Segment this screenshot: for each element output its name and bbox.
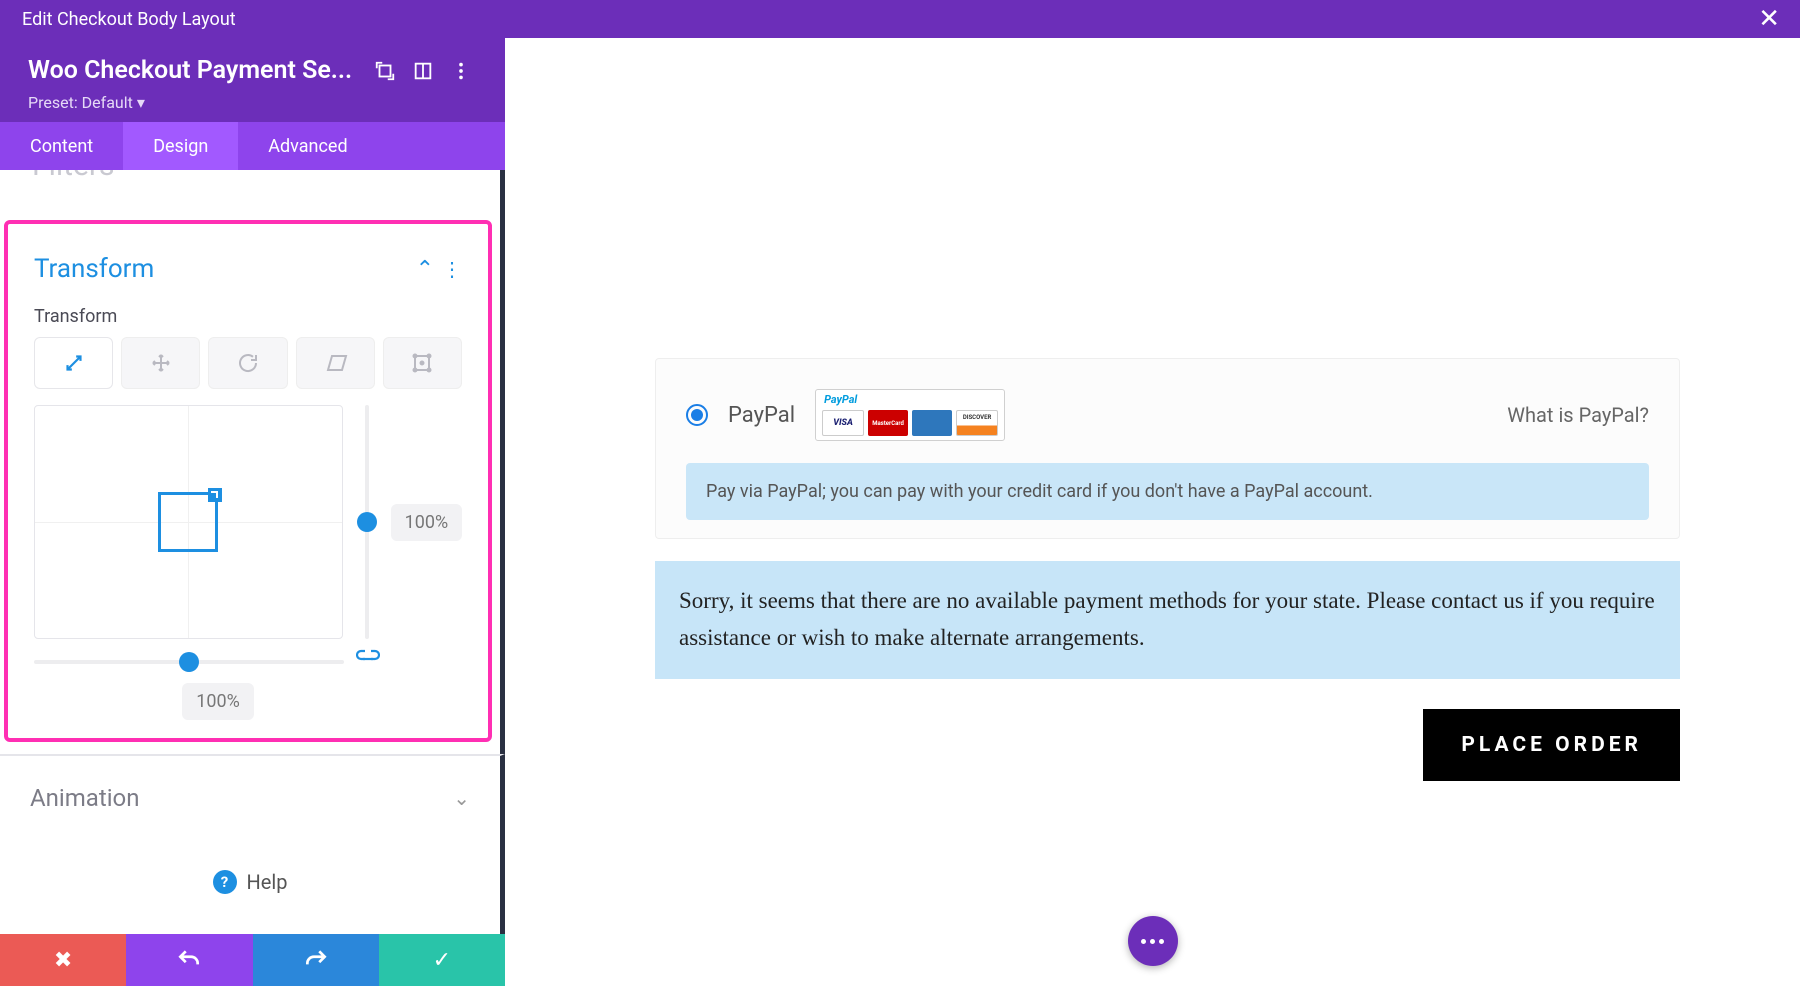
settings-sidebar: Woo Checkout Payment Se... Preset: Defau…	[0, 38, 505, 986]
save-button[interactable]: ✓	[379, 934, 505, 986]
title-bar: Edit Checkout Body Layout ✕	[0, 0, 1800, 38]
paypal-radio[interactable]	[686, 404, 708, 426]
section-filters-peek: Filters	[0, 170, 500, 186]
scale-handle-icon	[208, 488, 222, 502]
help-label: Help	[247, 870, 288, 894]
skew-tool-icon[interactable]	[296, 337, 375, 389]
settings-tabs: Content Design Advanced	[0, 122, 505, 170]
builder-fab-button[interactable]	[1128, 916, 1178, 966]
animation-label: Animation	[30, 784, 139, 812]
horizontal-scale-slider[interactable]	[34, 652, 344, 672]
module-title: Woo Checkout Payment Se...	[28, 56, 358, 85]
amex-icon	[912, 410, 952, 436]
scale-tool-icon[interactable]	[34, 337, 113, 389]
mastercard-icon: MasterCard	[868, 410, 908, 436]
paypal-cards-icon: PayPal VISA MasterCard DISCOVER	[815, 389, 1005, 441]
undo-button[interactable]	[126, 934, 252, 986]
horizontal-scale-value[interactable]: 100%	[182, 683, 254, 720]
close-icon[interactable]: ✕	[1758, 6, 1780, 32]
place-order-button[interactable]: PLACE ORDER	[1423, 709, 1680, 781]
origin-tool-icon[interactable]	[383, 337, 462, 389]
no-payment-message: Sorry, it seems that there are no availa…	[655, 561, 1680, 679]
transform-tool-row	[8, 337, 488, 405]
collapse-icon[interactable]: ⌃	[416, 257, 434, 282]
title-bar-label: Edit Checkout Body Layout	[22, 9, 236, 30]
action-bar: ✖ ✓	[0, 934, 505, 986]
link-values-icon[interactable]	[356, 649, 380, 675]
cancel-button[interactable]: ✖	[0, 934, 126, 986]
transform-label: Transform	[8, 300, 488, 337]
preset-dropdown[interactable]: Preset: Default ▾	[28, 93, 477, 112]
discover-icon: DISCOVER	[956, 410, 998, 436]
more-vertical-icon[interactable]	[450, 60, 472, 82]
tab-advanced[interactable]: Advanced	[238, 122, 377, 170]
redo-button[interactable]	[253, 934, 379, 986]
preview-canvas: PayPal PayPal VISA MasterCard DISCOVER W…	[505, 38, 1800, 986]
tab-content[interactable]: Content	[0, 122, 123, 170]
payment-panel: PayPal PayPal VISA MasterCard DISCOVER W…	[655, 358, 1680, 539]
what-is-paypal-link[interactable]: What is PayPal?	[1507, 403, 1649, 427]
transform-preview-box[interactable]	[34, 405, 343, 639]
transform-section-highlight: Transform ⌃ ⋮ Transform	[4, 220, 492, 742]
paypal-label: PayPal	[728, 403, 795, 428]
section-more-icon[interactable]: ⋮	[442, 257, 462, 281]
expand-icon[interactable]	[374, 60, 396, 82]
module-header: Woo Checkout Payment Se... Preset: Defau…	[0, 38, 505, 122]
help-button[interactable]: ? Help	[0, 840, 505, 934]
responsive-icon[interactable]	[412, 60, 434, 82]
help-icon: ?	[213, 870, 237, 894]
vertical-scale-slider[interactable]	[357, 405, 377, 639]
visa-icon: VISA	[822, 410, 864, 436]
rotate-tool-icon[interactable]	[208, 337, 287, 389]
section-title-transform[interactable]: Transform	[34, 254, 416, 284]
tab-design[interactable]: Design	[123, 122, 238, 170]
translate-tool-icon[interactable]	[121, 337, 200, 389]
section-animation[interactable]: Animation ⌄	[0, 754, 505, 840]
scale-indicator	[158, 492, 218, 552]
paypal-info-box: Pay via PayPal; you can pay with your cr…	[686, 463, 1649, 520]
vertical-scale-value[interactable]: 100%	[391, 504, 462, 541]
chevron-down-icon: ⌄	[453, 786, 470, 810]
